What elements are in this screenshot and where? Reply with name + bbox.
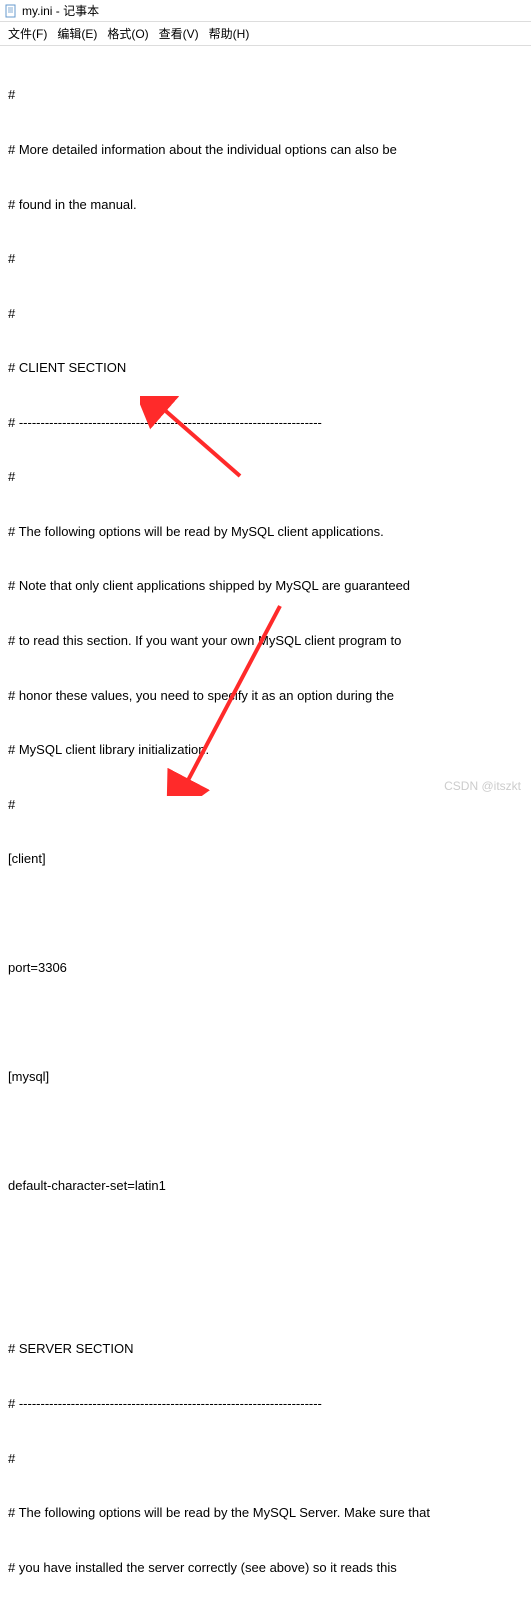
notepad-icon (4, 4, 18, 18)
editor-line: # --------------------------------------… (8, 414, 523, 432)
editor-line (8, 1014, 523, 1032)
text-editor[interactable]: # # More detailed information about the … (0, 46, 531, 1598)
editor-line: # More detailed information about the in… (8, 141, 523, 159)
menu-view[interactable]: 查看(V) (155, 24, 203, 43)
editor-line: # CLIENT SECTION (8, 359, 523, 377)
menubar: 文件(F) 编辑(E) 格式(O) 查看(V) 帮助(H) (0, 22, 531, 46)
watermark: CSDN @itszkt (444, 779, 521, 793)
editor-line: # (8, 305, 523, 323)
editor-line: port=3306 (8, 959, 523, 977)
editor-line: # honor these values, you need to specif… (8, 687, 523, 705)
editor-line: [client] (8, 850, 523, 868)
editor-line (8, 1232, 523, 1250)
menu-format[interactable]: 格式(O) (103, 24, 152, 43)
editor-line: # you have installed the server correctl… (8, 1559, 523, 1577)
editor-line (8, 905, 523, 923)
menu-file[interactable]: 文件(F) (4, 24, 51, 43)
editor-line: # MySQL client library initialization. (8, 741, 523, 759)
editor-line: # The following options will be read by … (8, 1504, 523, 1522)
editor-line: # found in the manual. (8, 196, 523, 214)
editor-line: # (8, 1450, 523, 1468)
editor-line: # The following options will be read by … (8, 523, 523, 541)
editor-line: [mysql] (8, 1068, 523, 1086)
editor-line: # SERVER SECTION (8, 1340, 523, 1358)
editor-line (8, 1123, 523, 1141)
editor-line: # (8, 468, 523, 486)
editor-line (8, 1286, 523, 1304)
titlebar: my.ini - 记事本 (0, 0, 531, 22)
editor-line: # (8, 86, 523, 104)
menu-edit[interactable]: 编辑(E) (53, 24, 101, 43)
window-title: my.ini - 记事本 (22, 2, 99, 19)
menu-help[interactable]: 帮助(H) (205, 24, 254, 43)
editor-line: # --------------------------------------… (8, 1395, 523, 1413)
editor-line: # to read this section. If you want your… (8, 632, 523, 650)
editor-line: # (8, 250, 523, 268)
editor-line: # Note that only client applications shi… (8, 577, 523, 595)
editor-line: default-character-set=latin1 (8, 1177, 523, 1195)
editor-line: # (8, 796, 523, 814)
